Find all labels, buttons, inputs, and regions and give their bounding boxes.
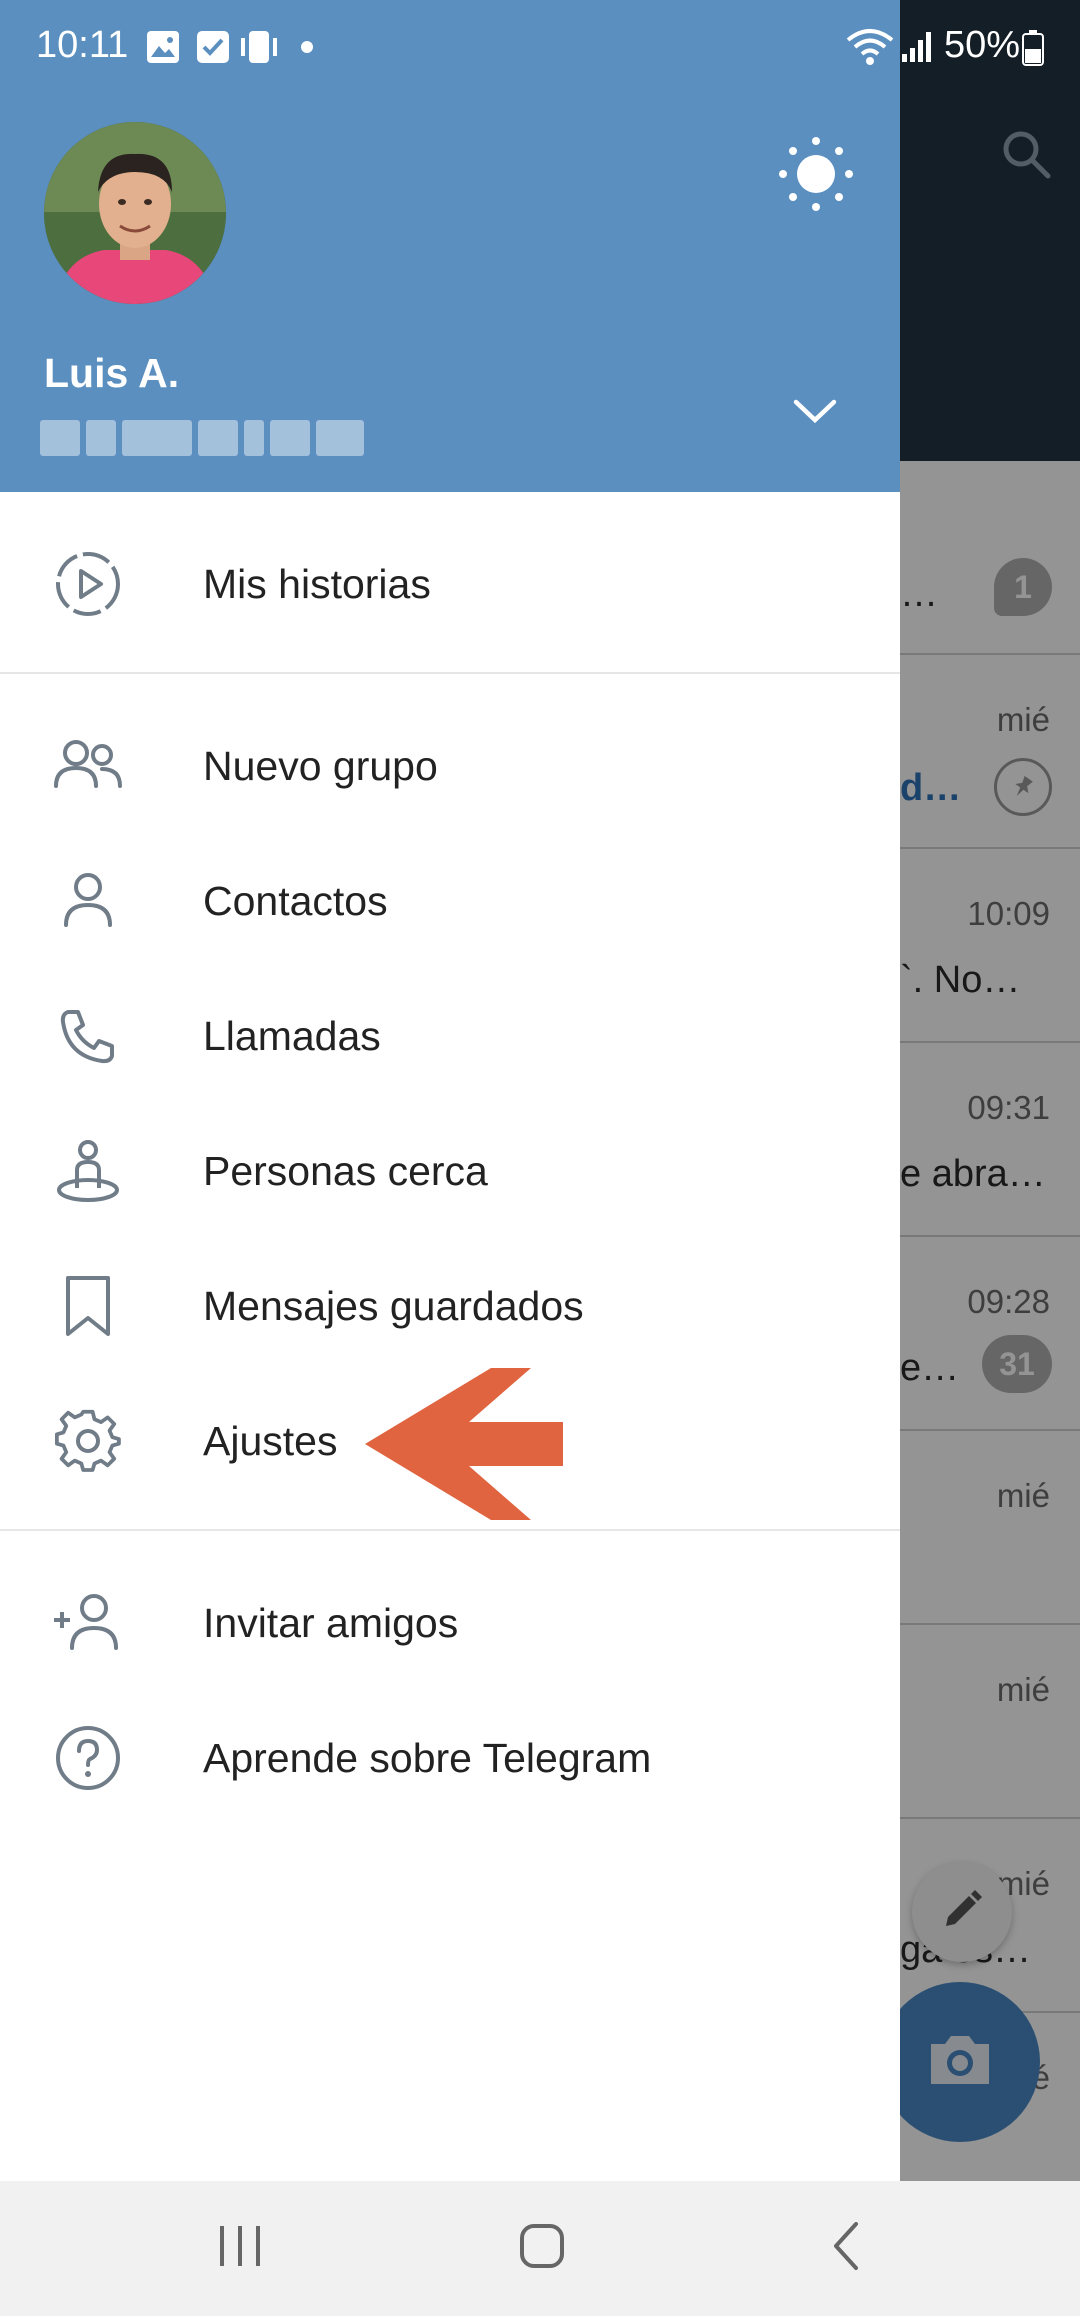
menu-label: Invitar amigos [203, 1599, 459, 1646]
menu-item-invite-friends[interactable]: Invitar amigos [0, 1563, 900, 1683]
recents-button[interactable] [160, 2181, 320, 2316]
phone-icon [52, 1000, 124, 1072]
back-button[interactable] [766, 2181, 926, 2316]
dot-icon [300, 40, 314, 59]
divider [0, 1529, 900, 1531]
navigation-drawer: Luis A. Mis historias Nuevo grupo Contac… [0, 0, 900, 2181]
battery-icon [1022, 30, 1044, 71]
annotation-arrow-icon [365, 1368, 565, 1525]
menu-item-new-group[interactable]: Nuevo grupo [0, 706, 900, 826]
bookmark-icon [52, 1270, 124, 1342]
signal-icon [900, 30, 934, 69]
person-icon [52, 865, 124, 937]
avatar[interactable] [44, 122, 226, 304]
status-bar: 10:11 50% [0, 0, 1080, 96]
menu-label: Contactos [203, 877, 388, 924]
user-phone-redacted [40, 420, 364, 460]
system-nav-bar [0, 2181, 1080, 2316]
gallery-notification-icon [146, 30, 180, 69]
menu-label: Nuevo grupo [203, 742, 438, 789]
menu-label: Ajustes [203, 1417, 338, 1464]
vibrate-icon [238, 30, 280, 69]
home-icon [518, 2222, 566, 2275]
user-name: Luis A. [44, 350, 180, 396]
status-time: 10:11 [36, 24, 129, 66]
menu-label: Aprende sobre Telegram [203, 1734, 652, 1781]
group-icon [52, 730, 124, 802]
people-nearby-icon [52, 1135, 124, 1207]
divider [0, 672, 900, 674]
battery-percent: 50% [944, 24, 1021, 66]
recents-icon [216, 2224, 264, 2273]
menu-label: Mis historias [203, 560, 431, 607]
menu-item-stories[interactable]: Mis historias [0, 524, 900, 644]
menu-label: Personas cerca [203, 1147, 488, 1194]
back-icon [826, 2220, 866, 2277]
gear-icon [52, 1405, 124, 1477]
menu-label: Mensajes guardados [203, 1282, 584, 1329]
menu-item-saved-messages[interactable]: Mensajes guardados [0, 1246, 900, 1366]
menu-item-learn-telegram[interactable]: Aprende sobre Telegram [0, 1698, 900, 1818]
menu-item-calls[interactable]: Llamadas [0, 976, 900, 1096]
help-icon [52, 1722, 124, 1794]
wifi-icon [846, 28, 894, 71]
menu-item-contacts[interactable]: Contactos [0, 841, 900, 961]
menu-item-people-nearby[interactable]: Personas cerca [0, 1111, 900, 1231]
chevron-down-icon[interactable] [790, 390, 840, 435]
theme-toggle-sun-icon[interactable] [776, 134, 856, 219]
add-person-icon [52, 1587, 124, 1659]
home-button[interactable] [462, 2181, 622, 2316]
checkbox-notification-icon [196, 30, 230, 69]
menu-label: Llamadas [203, 1012, 381, 1059]
stories-icon [52, 548, 124, 620]
